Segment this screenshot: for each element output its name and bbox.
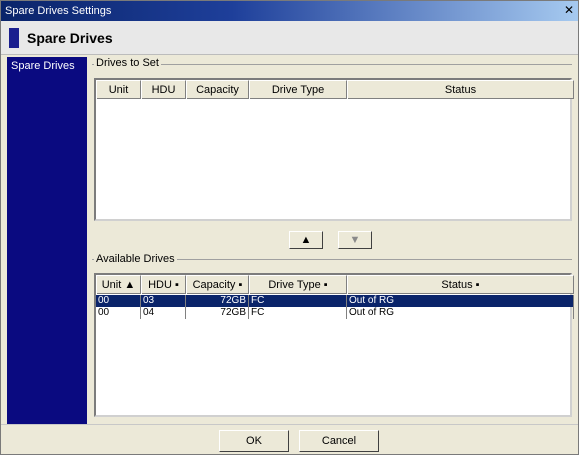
cancel-button[interactable]: Cancel <box>299 430 379 452</box>
column-unit[interactable]: Unit <box>96 80 141 99</box>
table-row[interactable]: 00 03 72GB FC Out of RG <box>96 295 574 307</box>
cell-unit: 00 <box>96 295 141 307</box>
ok-button[interactable]: OK <box>219 430 289 452</box>
available-drives-rows: 00 03 72GB FC Out of RG 00 04 72GB FC Ou… <box>96 295 574 319</box>
cell-drive-type: FC <box>249 295 347 307</box>
cell-hdu: 03 <box>141 295 186 307</box>
arrow-down-icon: ▼ <box>349 234 361 246</box>
available-drives-table[interactable]: Unit ▲ HDU ▪ Capacity ▪ Drive Type ▪ Sta… <box>94 273 574 417</box>
available-drives-header: Unit ▲ HDU ▪ Capacity ▪ Drive Type ▪ Sta… <box>96 275 574 294</box>
drives-to-set-divider <box>92 64 572 65</box>
page-header: Spare Drives <box>1 21 578 55</box>
column-drive-type-sort[interactable]: Drive Type ▪ <box>249 275 347 294</box>
cell-hdu: 04 <box>141 307 186 319</box>
cell-status: Out of RG <box>347 295 574 307</box>
cell-capacity: 72GB <box>186 295 249 307</box>
column-hdu-sort[interactable]: HDU ▪ <box>141 275 186 294</box>
drives-to-set-table[interactable]: Unit HDU Capacity Drive Type Status <box>94 78 574 221</box>
column-capacity[interactable]: Capacity <box>186 80 249 99</box>
drives-to-set-header: Unit HDU Capacity Drive Type Status <box>96 80 574 99</box>
drives-to-set-title: Drives to Set <box>94 57 161 69</box>
table-row[interactable]: 00 04 72GB FC Out of RG <box>96 307 574 319</box>
spare-drives-window: Spare Drives Settings ✕ Spare Drives Spa… <box>0 0 579 455</box>
close-icon: ✕ <box>563 3 575 17</box>
move-up-button[interactable]: ▲ <box>289 231 323 249</box>
cell-unit: 00 <box>96 307 141 319</box>
column-drive-type[interactable]: Drive Type <box>249 80 347 99</box>
footer-divider <box>1 424 578 425</box>
header-marker <box>9 28 19 48</box>
window-title: Spare Drives Settings <box>5 5 112 17</box>
cell-status: Out of RG <box>347 307 574 319</box>
arrow-up-icon: ▲ <box>300 234 312 246</box>
column-capacity-sort[interactable]: Capacity ▪ <box>186 275 249 294</box>
column-status-sort[interactable]: Status ▪ <box>347 275 574 294</box>
column-status[interactable]: Status <box>347 80 574 99</box>
sidebar: Spare Drives <box>7 57 87 424</box>
close-button[interactable]: ✕ <box>562 4 576 17</box>
cell-drive-type: FC <box>249 307 347 319</box>
main-panel: Drives to Set Unit HDU Capacity Drive Ty… <box>90 57 574 424</box>
cell-capacity: 72GB <box>186 307 249 319</box>
page-title: Spare Drives <box>27 30 113 46</box>
sidebar-item-spare-drives[interactable]: Spare Drives <box>7 57 87 75</box>
title-bar: Spare Drives Settings ✕ <box>1 1 578 21</box>
column-unit-sort[interactable]: Unit ▲ <box>96 275 141 294</box>
move-down-button[interactable]: ▼ <box>338 231 372 249</box>
column-hdu[interactable]: HDU <box>141 80 186 99</box>
available-drives-title: Available Drives <box>94 253 177 265</box>
sidebar-item-label: Spare Drives <box>11 60 75 72</box>
